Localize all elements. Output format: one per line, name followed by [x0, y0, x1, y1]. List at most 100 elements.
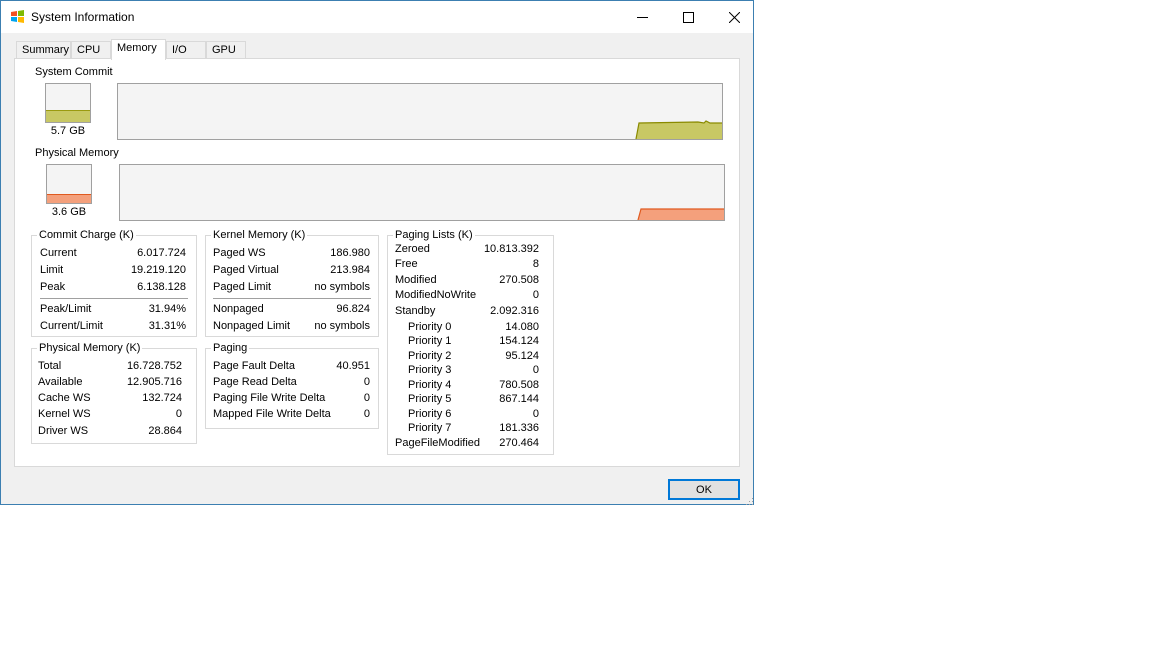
tab-summary[interactable]: Summary [16, 41, 71, 58]
minimize-button[interactable] [619, 1, 665, 33]
kernel-memory-group: Kernel Memory (K) Paged WS 186.980 Paged … [205, 229, 379, 337]
row-value: 0 [532, 364, 539, 376]
row-value: 0 [363, 408, 370, 420]
row-value: 31.94% [148, 303, 186, 315]
list-item: Driver WS 28.864 [38, 424, 182, 439]
list-item: Current 6.017.724 [40, 246, 186, 261]
row-label: Peak [40, 281, 66, 293]
row-value: 6.138.128 [137, 281, 186, 293]
system-commit-history-plot [635, 120, 722, 139]
row-label: Paged Limit [213, 281, 272, 293]
system-commit-history-graph [117, 83, 723, 140]
list-item: Priority 3 0 [408, 363, 539, 378]
list-item: Modified 270.508 [395, 273, 539, 288]
close-button[interactable] [711, 1, 757, 33]
row-label: Priority 0 [408, 321, 452, 333]
tab-memory[interactable]: Memory [111, 39, 166, 60]
row-label: Nonpaged Limit [213, 320, 291, 332]
list-item: Priority 1 154.124 [408, 334, 539, 349]
row-label: Priority 6 [408, 408, 452, 420]
list-item: Priority 6 0 [408, 407, 539, 422]
paging-lists-title: Paging Lists (K) [393, 229, 475, 242]
list-item: Nonpaged 96.824 [213, 302, 370, 317]
system-information-window: System Information Summary CPU Memory I/… [0, 0, 754, 505]
list-item: Priority 5 867.144 [408, 392, 539, 407]
row-value: 270.464 [499, 437, 539, 449]
row-value: 181.336 [499, 422, 539, 434]
list-item: Priority 7 181.336 [408, 421, 539, 436]
list-item: PageFileModified 270.464 [395, 436, 539, 451]
row-label: Priority 1 [408, 335, 452, 347]
row-value: 270.508 [499, 274, 539, 286]
minimize-icon [636, 16, 648, 18]
tab-label: I/O [172, 44, 187, 56]
divider [40, 298, 188, 299]
tab-cpu[interactable]: CPU [71, 41, 111, 58]
row-label: Kernel WS [38, 408, 91, 420]
row-label: Priority 7 [408, 422, 452, 434]
system-commit-level [46, 109, 90, 122]
row-value: 31.31% [148, 320, 186, 332]
maximize-button[interactable] [665, 1, 711, 33]
row-value: 0 [175, 408, 182, 420]
physical-memory-title: Physical Memory (K) [37, 342, 143, 355]
row-value: 0 [363, 376, 370, 388]
list-item: Paged Limit no symbols [213, 280, 370, 295]
physical-memory-value: 3.6 GB [51, 206, 87, 218]
title-bar[interactable]: System Information [1, 1, 753, 33]
row-label: Total [38, 360, 62, 372]
row-value: 14.080 [505, 321, 539, 333]
row-value: 154.124 [499, 335, 539, 347]
row-label: Cache WS [38, 392, 91, 404]
list-item: Peak 6.138.128 [40, 280, 186, 295]
row-label: Priority 3 [408, 364, 452, 376]
tab-label: Summary [22, 44, 70, 56]
row-label: Zeroed [395, 243, 430, 255]
tab-io[interactable]: I/O [166, 41, 206, 58]
paging-title: Paging [211, 342, 250, 355]
row-value: 19.219.120 [130, 264, 186, 276]
tab-label: GPU [212, 44, 236, 56]
list-item: Peak/Limit 31.94% [40, 302, 186, 317]
physical-memory-group: Physical Memory (K) Total 16.728.752 Avai… [31, 342, 197, 444]
list-item: Nonpaged Limit no symbols [213, 319, 370, 334]
system-commit-label: System Commit [35, 66, 113, 78]
commit-charge-group: Commit Charge (K) Current 6.017.724 Limit… [31, 229, 197, 337]
row-value: no symbols [314, 281, 370, 293]
physical-memory-mini-graph [46, 164, 92, 204]
tab-label: CPU [77, 44, 101, 56]
row-value: 10.813.392 [483, 243, 539, 255]
list-item: Page Read Delta 0 [213, 375, 370, 390]
row-label: Page Fault Delta [213, 360, 295, 372]
row-value: 867.144 [499, 393, 539, 405]
ok-button-label: OK [696, 483, 712, 496]
row-label: Standby [395, 305, 436, 317]
list-item: Paged Virtual 213.984 [213, 263, 370, 278]
row-label: Priority 5 [408, 393, 452, 405]
row-label: Paged WS [213, 247, 266, 259]
list-item: Available 12.905.716 [38, 375, 182, 390]
kernel-memory-title: Kernel Memory (K) [211, 229, 308, 242]
ok-button[interactable]: OK [668, 479, 740, 500]
list-item: Free 8 [395, 257, 539, 272]
resize-grip-icon[interactable] [745, 497, 754, 506]
system-commit-value: 5.7 GB [50, 125, 86, 137]
row-label: ModifiedNoWrite [395, 289, 477, 301]
row-label: Priority 4 [408, 379, 452, 391]
row-label: Current/Limit [40, 320, 103, 332]
list-item: Current/Limit 31.31% [40, 319, 186, 334]
row-label: Free [395, 258, 418, 270]
row-value: 16.728.752 [126, 360, 182, 372]
physical-memory-level [47, 193, 91, 203]
paging-group: Paging Page Fault Delta 40.951 Page Read … [205, 342, 379, 429]
list-item: Priority 2 95.124 [408, 349, 539, 364]
list-item: Mapped File Write Delta 0 [213, 407, 370, 422]
row-label: Nonpaged [213, 303, 264, 315]
tab-gpu[interactable]: GPU [206, 41, 246, 58]
list-item: Paged WS 186.980 [213, 246, 370, 261]
physical-memory-history-plot [637, 208, 724, 220]
paging-lists-group: Paging Lists (K) Zeroed 10.813.392 Free 8 … [387, 229, 554, 455]
row-value: 95.124 [505, 350, 539, 362]
physical-memory-label: Physical Memory [35, 147, 119, 159]
row-label: Priority 2 [408, 350, 452, 362]
